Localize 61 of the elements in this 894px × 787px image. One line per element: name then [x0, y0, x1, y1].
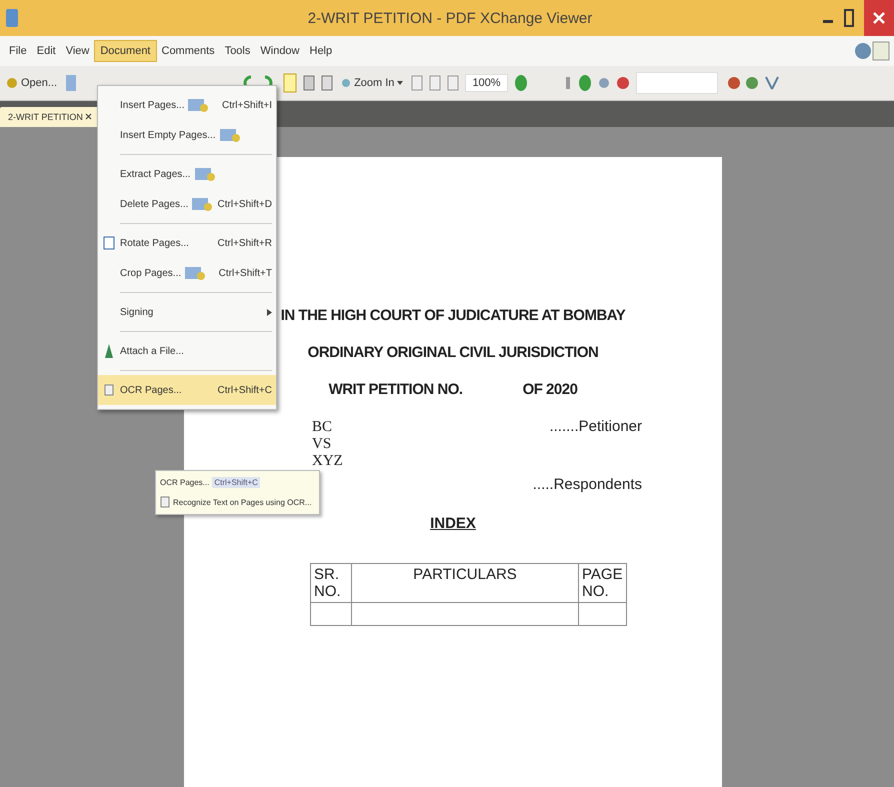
menu-item[interactable]: Window — [255, 41, 304, 61]
close-icon[interactable] — [85, 113, 92, 120]
page-icon[interactable] — [447, 75, 460, 91]
zoom-in-button[interactable]: Zoom In — [339, 75, 406, 91]
attachment-icon — [104, 343, 114, 359]
document-icon — [160, 496, 170, 508]
oval-icon[interactable] — [578, 74, 592, 92]
circle-icon[interactable] — [616, 76, 630, 90]
petition-label: WRIT PETITION NO. — [328, 381, 463, 398]
menu-item[interactable]: Tools — [220, 41, 256, 61]
search-field[interactable] — [636, 72, 718, 94]
open-button[interactable]: Open... — [4, 74, 60, 92]
caret-icon — [397, 80, 404, 86]
menu-item[interactable]: Insert Pages... Ctrl+Shift+I — [98, 90, 276, 120]
oval-icon[interactable] — [514, 74, 528, 92]
pages-icon — [187, 97, 210, 113]
menu-item[interactable]: Delete Pages... Ctrl+Shift+D — [98, 189, 276, 219]
menu-item[interactable]: Signing — [98, 297, 276, 327]
menu-item[interactable]: OCR Pages... Ctrl+Shift+C — [98, 375, 276, 405]
menu-item[interactable]: Crop Pages... Ctrl+Shift+T — [98, 258, 276, 288]
document-heading: IN THE HIGH COURT OF JUDICATURE AT BOMBAY — [280, 307, 626, 324]
pages-icon — [184, 265, 206, 281]
tooltip-title: OCR Pages... — [160, 478, 210, 487]
page-icon[interactable] — [303, 75, 316, 91]
page-icon[interactable] — [411, 75, 424, 91]
menu-item[interactable]: Extract Pages... — [98, 159, 276, 189]
column-header: SR. NO. — [310, 564, 352, 602]
page-icon[interactable] — [283, 73, 298, 93]
page-icon[interactable] — [429, 75, 442, 91]
party-role: .....Respondents — [532, 476, 642, 493]
party-name: BC — [312, 419, 332, 436]
versus-text: VS — [312, 436, 332, 453]
index-title: INDEX — [430, 515, 476, 532]
pages-icon — [191, 196, 214, 212]
app-icon — [6, 9, 18, 27]
menu-item[interactable]: File — [4, 41, 32, 61]
document-heading: ORDINARY ORIGINAL CIVIL JURISDICTION — [308, 344, 598, 361]
petition-year: OF 2020 — [522, 381, 578, 398]
column-header: PAGE NO. — [578, 564, 626, 602]
zoom-field[interactable]: 100% — [465, 74, 508, 92]
menu-item[interactable]: Comments — [156, 41, 220, 61]
party-name: XYZ — [312, 453, 344, 470]
close-icon[interactable] — [864, 0, 894, 36]
pages-icon — [218, 127, 241, 143]
menu-item[interactable]: Edit — [32, 41, 61, 61]
page-icon — [103, 236, 115, 250]
party-role: .......Petitioner — [549, 418, 642, 435]
menu-item[interactable]: Attach a File... — [98, 336, 276, 366]
page-icon[interactable] — [321, 75, 334, 91]
menu-item[interactable]: Help — [304, 41, 338, 61]
tooltip-description: Recognize Text on Pages using OCR... — [173, 498, 312, 506]
menu-item[interactable]: Rotate Pages... Ctrl+Shift+R — [98, 228, 276, 258]
maximize-icon[interactable] — [844, 9, 854, 27]
pages-icon — [194, 166, 216, 182]
menu-item[interactable]: Document — [94, 40, 156, 62]
menu-item[interactable]: Insert Empty Pages... — [98, 120, 276, 150]
shortcut-text: Ctrl+Shift+C — [212, 477, 260, 488]
column-header: PARTICULARS — [352, 564, 578, 602]
menu-item[interactable]: View — [60, 41, 94, 61]
window-title: 2-WRIT PETITION - PDF XChange Viewer — [306, 10, 594, 26]
document-icon — [104, 384, 114, 396]
